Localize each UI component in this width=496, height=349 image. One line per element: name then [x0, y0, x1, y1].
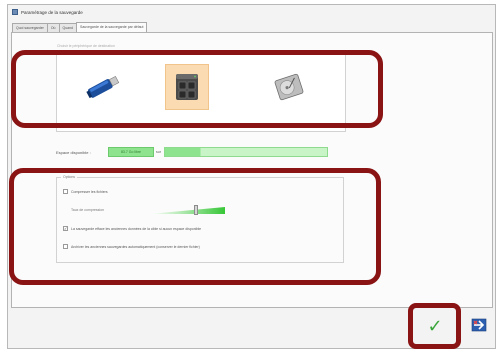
- usb-drive-icon: [86, 75, 120, 99]
- hint-highlight: non OK: [101, 123, 114, 127]
- archive-checkbox[interactable]: [63, 244, 68, 249]
- device-hard-disk[interactable]: [267, 64, 311, 110]
- overwrite-option[interactable]: ✓ La sauvegarde efface les anciennes don…: [63, 226, 201, 231]
- destination-label: Choisir le périphérique de destination: [57, 44, 115, 48]
- cancel-icon: [471, 318, 487, 332]
- cancel-button[interactable]: [470, 316, 488, 334]
- device-picker: [56, 54, 346, 132]
- compression-level-label: Taux de compression: [71, 208, 105, 212]
- slider-thumb[interactable]: [193, 205, 198, 215]
- free-space-label: Espace disponible :: [56, 150, 91, 155]
- free-space-bar: [164, 147, 328, 157]
- nas-server-icon: [176, 74, 198, 100]
- free-space-separator: sur: [156, 150, 161, 154]
- title-bar: Paramétrage de la sauvegarde: [8, 5, 495, 19]
- destination-hint: Rendu non OK: [90, 123, 113, 127]
- hard-disk-icon: [274, 73, 304, 101]
- app-icon: [12, 9, 18, 15]
- tab-default-backup[interactable]: Sauvegarde de la sauvegarde par défaut: [76, 22, 148, 32]
- compress-checkbox[interactable]: [63, 189, 68, 194]
- compress-option[interactable]: Compresser les fichiers: [63, 189, 108, 194]
- checkmark-icon: ✓: [427, 315, 443, 336]
- compress-label: Compresser les fichiers: [71, 189, 108, 194]
- ok-button[interactable]: ✓: [418, 312, 452, 340]
- device-usb-drive[interactable]: [81, 64, 125, 110]
- tab-strip: Quoi sauvegarder Où Quand Sauvegarde de …: [12, 22, 148, 32]
- window-title: Paramétrage de la sauvegarde: [21, 9, 83, 15]
- free-space-value: 83.7 Go libre: [108, 147, 154, 157]
- archive-label: Archiver les anciennes sauvegardes autom…: [71, 244, 200, 249]
- overwrite-checkbox[interactable]: ✓: [63, 226, 68, 231]
- tab-quoi[interactable]: Quoi sauvegarder: [12, 23, 48, 32]
- archive-option[interactable]: Archiver les anciennes sauvegardes autom…: [63, 244, 200, 249]
- options-legend: Options: [61, 175, 78, 179]
- tab-quand[interactable]: Quand: [58, 23, 78, 32]
- slider-track: [149, 207, 225, 214]
- overwrite-label: La sauvegarde efface les anciennes donné…: [71, 226, 202, 231]
- compression-slider[interactable]: [149, 205, 225, 215]
- device-nas-server[interactable]: [165, 64, 209, 110]
- hint-text: Rendu: [90, 123, 102, 127]
- options-group: Options Compresser les fichiers Taux de …: [56, 175, 344, 263]
